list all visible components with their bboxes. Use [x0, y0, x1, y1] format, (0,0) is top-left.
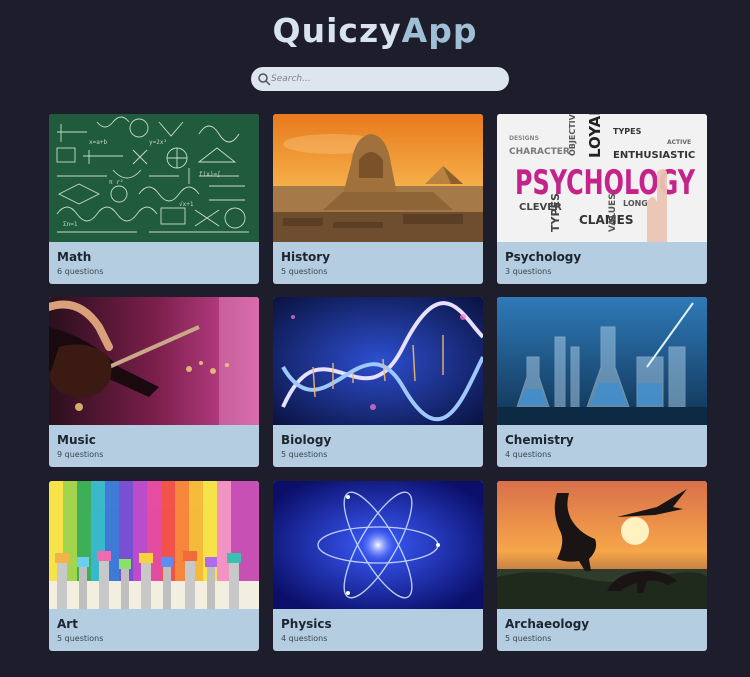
search-icon [258, 73, 271, 86]
category-card-chemistry[interactable]: Chemistry 4 questions [497, 297, 707, 467]
category-title: Chemistry [505, 433, 574, 447]
math-chalkboard-image: x=a+b y=2x² f(x)=∫ Σn=1 √x+1 π r² [49, 114, 259, 242]
category-card-psychology[interactable]: CHARACTER OBJECTIVE LOYAL TYPES ENTHUSIA… [497, 114, 707, 284]
lab-glassware-image [497, 297, 707, 425]
dinosaur-sunset-image [497, 481, 707, 609]
search-input[interactable] [271, 67, 503, 91]
psychology-wordcloud-image: CHARACTER OBJECTIVE LOYAL TYPES ENTHUSIA… [497, 114, 707, 242]
svg-text:CLAMES: CLAMES [579, 213, 634, 227]
question-count: 5 questions [281, 450, 328, 459]
category-card-art[interactable]: Art 5 questions [49, 481, 259, 651]
dna-helix-image [273, 297, 483, 425]
svg-text:π r²: π r² [109, 179, 123, 186]
question-count: 3 questions [505, 267, 552, 276]
question-count: 5 questions [281, 267, 328, 276]
svg-text:Σn=1: Σn=1 [63, 221, 78, 228]
category-card-math[interactable]: x=a+b y=2x² f(x)=∫ Σn=1 √x+1 π r² Math 6 qu… [49, 114, 259, 284]
category-title: Biology [281, 433, 332, 447]
category-title: Physics [281, 617, 332, 631]
svg-text:TYPES: TYPES [613, 127, 642, 136]
question-count: 5 questions [505, 634, 552, 643]
svg-text:ACTIVE: ACTIVE [667, 139, 691, 146]
svg-text:x=a+b: x=a+b [89, 139, 107, 146]
svg-text:TYPES: TYPES [549, 193, 562, 232]
atom-energy-image [273, 481, 483, 609]
category-card-biology[interactable]: Biology 5 questions [273, 297, 483, 467]
logo-text-quiczy: Quiczy [272, 11, 402, 50]
svg-text:CHARACTER: CHARACTER [509, 147, 570, 157]
svg-text:y=2x²: y=2x² [149, 139, 167, 146]
category-title: Psychology [505, 250, 582, 264]
logo-text-app: App [401, 11, 478, 50]
question-count: 9 questions [57, 450, 104, 459]
svg-text:VALUES: VALUES [608, 193, 618, 232]
svg-text:ENTHUSIASTIC: ENTHUSIASTIC [613, 150, 695, 161]
svg-text:LONG: LONG [623, 199, 648, 208]
category-card-history[interactable]: History 5 questions [273, 114, 483, 284]
question-count: 4 questions [505, 450, 552, 459]
sphinx-pyramid-image [273, 114, 483, 242]
guitar-concert-image [49, 297, 259, 425]
category-title: Art [57, 617, 78, 631]
category-card-music[interactable]: Music 9 questions [49, 297, 259, 467]
app-logo[interactable]: QuiczyApp [0, 10, 750, 52]
svg-text:DESIGNS: DESIGNS [509, 135, 539, 142]
category-title: Math [57, 250, 92, 264]
category-card-physics[interactable]: Physics 4 questions [273, 481, 483, 651]
svg-text:LOYAL: LOYAL [586, 114, 604, 158]
svg-text:f(x)=∫: f(x)=∫ [199, 170, 221, 178]
svg-text:OBJECTIVE: OBJECTIVE [568, 114, 577, 156]
category-title: Music [57, 433, 96, 447]
paintbrushes-image [49, 481, 259, 609]
svg-text:√x+1: √x+1 [179, 201, 194, 208]
category-card-archaeology[interactable]: Archaeology 5 questions [497, 481, 707, 651]
category-title: Archaeology [505, 617, 590, 631]
question-count: 4 questions [281, 634, 328, 643]
question-count: 5 questions [57, 634, 104, 643]
search-bar[interactable] [251, 67, 509, 91]
svg-text:PSYCHOLOGY: PSYCHOLOGY [515, 163, 695, 203]
category-title: History [281, 250, 331, 264]
question-count: 6 questions [57, 267, 104, 276]
